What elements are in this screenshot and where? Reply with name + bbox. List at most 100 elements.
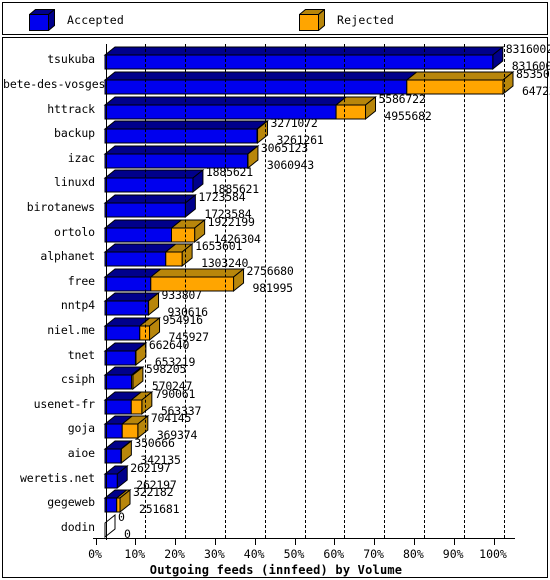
bar-top-accepted bbox=[103, 71, 419, 81]
bar-segment-accepted bbox=[104, 128, 258, 144]
tick-mark bbox=[413, 539, 415, 545]
bar-zero-marker bbox=[104, 513, 116, 539]
value-label-total: 2756680 bbox=[246, 264, 294, 278]
bar-segment-accepted bbox=[104, 399, 132, 415]
value-label-total: 954916 bbox=[162, 313, 204, 327]
bar-segment-accepted bbox=[104, 177, 194, 193]
category-label: izac bbox=[67, 151, 95, 165]
bar-segment-accepted bbox=[104, 227, 173, 243]
bar-top-rejected bbox=[405, 71, 515, 81]
value-label-total: 598205 bbox=[145, 362, 187, 376]
legend-label-rejected: Rejected bbox=[337, 13, 394, 27]
legend-label-accepted: Accepted bbox=[67, 13, 124, 27]
category-label: httrack bbox=[47, 102, 95, 116]
plot-panel: tsukuba83160028316002bete-des-vosges8535… bbox=[2, 37, 550, 579]
value-label-total: 662640 bbox=[148, 338, 190, 352]
category-label: goja bbox=[67, 421, 95, 435]
bar-segment-accepted bbox=[104, 448, 122, 464]
bar-group bbox=[103, 341, 148, 367]
tick-mark bbox=[334, 539, 336, 545]
bar-group bbox=[103, 365, 145, 391]
bar-segment-accepted bbox=[104, 54, 494, 70]
tick-label: 100% bbox=[479, 547, 507, 561]
value-label-total: 262197 bbox=[130, 461, 171, 475]
category-label: alphanet bbox=[40, 249, 95, 263]
bar-segment-accepted bbox=[104, 423, 123, 439]
tick-mark bbox=[95, 539, 97, 545]
category-label: free bbox=[67, 274, 95, 288]
value-label-accepted: 251681 bbox=[139, 502, 180, 516]
value-label-total: 8316002 bbox=[505, 42, 550, 56]
bar-group bbox=[103, 218, 207, 244]
value-label-total: 8535012 bbox=[516, 67, 550, 81]
bar-segment-accepted bbox=[104, 374, 133, 390]
category-label: birotanews bbox=[26, 200, 95, 214]
bar-group bbox=[103, 119, 269, 145]
bar-group bbox=[103, 70, 515, 96]
tick-mark bbox=[374, 539, 376, 545]
bar-segment-accepted bbox=[104, 473, 118, 489]
legend-cube-orange-icon bbox=[299, 9, 325, 31]
bar-top-accepted bbox=[103, 243, 178, 253]
bar-top-accepted bbox=[103, 194, 197, 204]
value-label-total: 933807 bbox=[161, 288, 203, 302]
category-axis-line bbox=[93, 538, 515, 539]
category-label: linuxd bbox=[54, 175, 95, 189]
tick-mark bbox=[493, 539, 495, 545]
bar-segment-rejected bbox=[171, 227, 196, 243]
bar-segment-rejected bbox=[131, 374, 134, 390]
legend-item-rejected: Rejected bbox=[299, 9, 394, 31]
value-label-accepted: 1303240 bbox=[201, 256, 249, 270]
category-label: csiph bbox=[60, 372, 95, 386]
bar-top-accepted bbox=[103, 169, 205, 179]
tick-mark bbox=[135, 539, 137, 545]
value-label-total: 5586722 bbox=[378, 92, 426, 106]
value-label-total: 0 bbox=[118, 510, 125, 524]
bar-group bbox=[103, 414, 150, 440]
bar-segment-accepted bbox=[104, 79, 408, 95]
bar-group bbox=[103, 439, 133, 465]
legend-item-accepted: Accepted bbox=[29, 9, 124, 31]
bar-segment-rejected bbox=[165, 251, 183, 267]
value-label-total: 3065123 bbox=[260, 141, 308, 155]
plot-area: tsukuba83160028316002bete-des-vosges8535… bbox=[3, 38, 550, 579]
bar-group bbox=[103, 193, 197, 219]
value-label-accepted: 4955682 bbox=[384, 109, 432, 123]
bar-group bbox=[103, 464, 129, 490]
bar-segment-accepted bbox=[104, 350, 136, 366]
value-label-total: 1653601 bbox=[195, 239, 243, 253]
gridline-100pct bbox=[503, 44, 505, 538]
gridline-30pct bbox=[224, 44, 226, 538]
bar-segment-rejected bbox=[335, 104, 367, 120]
tick-mark bbox=[254, 539, 256, 545]
value-label-accepted: 3060943 bbox=[266, 158, 314, 172]
category-label: dodin bbox=[60, 520, 95, 534]
value-label-accepted: 981995 bbox=[252, 281, 294, 295]
category-label: backup bbox=[54, 126, 95, 140]
gridline-60pct bbox=[344, 44, 346, 538]
value-label-accepted: 6472309 bbox=[522, 84, 550, 98]
bar-top-rejected bbox=[149, 268, 245, 278]
bar-segment-accepted bbox=[104, 325, 141, 341]
gridline-90pct bbox=[463, 44, 465, 538]
category-label: weretis.net bbox=[19, 471, 95, 485]
value-label-total: 322182 bbox=[133, 485, 174, 499]
value-label-total: 1885621 bbox=[205, 165, 253, 179]
bar-top-accepted bbox=[103, 145, 260, 155]
bar-segment-accepted bbox=[104, 276, 152, 292]
category-label: ortolo bbox=[54, 225, 95, 239]
value-label-total: 1922199 bbox=[207, 215, 255, 229]
tick-mark bbox=[294, 539, 296, 545]
value-label-total: 790061 bbox=[154, 387, 196, 401]
bar-group bbox=[103, 242, 194, 268]
tick-mark bbox=[175, 539, 177, 545]
value-axis-line bbox=[105, 44, 107, 540]
bar-segment-rejected bbox=[130, 399, 143, 415]
legend-panel: Accepted Rejected bbox=[2, 2, 548, 35]
category-label: nntp4 bbox=[60, 298, 95, 312]
bar-segment-accepted bbox=[104, 497, 118, 513]
category-label: gegeweb bbox=[47, 495, 95, 509]
bar-group bbox=[104, 513, 116, 539]
category-label: bete-des-vosges bbox=[3, 77, 106, 91]
category-label: aioe bbox=[67, 446, 95, 460]
